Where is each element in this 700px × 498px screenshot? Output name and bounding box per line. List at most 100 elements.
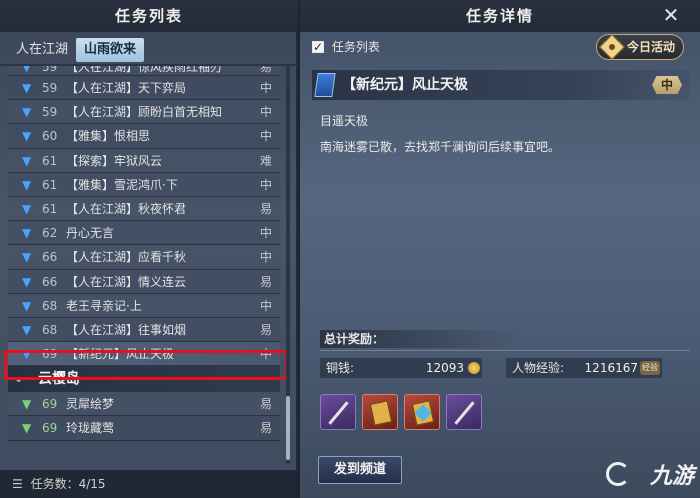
quest-difficulty: 中 (259, 347, 272, 362)
quest-row[interactable]: ▼ 66 【人在江湖】情义连云 易 (8, 269, 280, 294)
quest-level: 62 (42, 226, 58, 241)
chevron-down-icon: ▼ (22, 274, 32, 289)
chevron-down-icon: ▼ (22, 421, 32, 436)
today-activity-button[interactable]: 今日活动 (596, 34, 684, 60)
quest-row[interactable]: ▼ 61 【雅集】雪泥鸿爪·下 中 (8, 172, 280, 197)
checkbox-label: 任务列表 (331, 40, 380, 54)
quest-difficulty: 易 (259, 274, 272, 289)
quest-name: 【人在江湖】应看千秋 (66, 250, 187, 265)
quest-difficulty: 易 (259, 201, 272, 216)
quest-difficulty: 中 (259, 250, 272, 265)
close-icon[interactable]: ✕ (660, 4, 682, 26)
quest-row[interactable]: ▼ 61 【探索】牢狱风云 难 (8, 148, 280, 173)
quest-name: 【人在江湖】顾盼白首无相知 (66, 105, 223, 120)
quest-row[interactable]: ▼ 66 【人在江湖】应看千秋 中 (8, 245, 280, 270)
quest-name: 灵犀绘梦 (66, 397, 115, 412)
quest-name: 【探索】牢狱风云 (66, 153, 163, 168)
quest-name: 【人在江湖】秋夜怀君 (66, 201, 187, 216)
reward-heading: 总计奖励： (320, 330, 520, 348)
tab-shanyuyulai[interactable]: 山雨欲来 (76, 38, 145, 62)
chevron-down-icon: ▼ (22, 250, 32, 265)
quest-count-label: 任务数：4/15 (30, 477, 106, 491)
quest-name: 【雅集】雪泥鸿爪·下 (66, 177, 178, 192)
quest-row[interactable]: ▼ 61 【人在江湖】秋夜怀君 易 (8, 196, 280, 222)
quest-row-selected[interactable]: ▼ 69 【新纪元】风止天极 中 (8, 342, 280, 367)
quest-name: 【人在江湖】惊风疾雨红袖刃 (66, 66, 223, 74)
scrollbar-thumb[interactable] (286, 396, 290, 460)
checkbox-icon[interactable] (312, 38, 324, 56)
quest-row[interactable]: ▼ 59 【人在江湖】顾盼白首无相知 中 (8, 100, 280, 125)
quest-difficulty: 易 (259, 66, 272, 74)
quest-difficulty: 中 (259, 105, 272, 120)
copper-value: 12093 (425, 361, 464, 375)
quest-group-label: 云樱岛 (38, 371, 80, 388)
chevron-down-icon: ▼ (22, 153, 32, 168)
send-to-channel-button[interactable]: 发到频道 (318, 456, 402, 484)
quest-count-footer: ☰ 任务数：4/15 (0, 470, 298, 498)
watermark-text: 九游 (649, 464, 694, 489)
quest-level: 60 (42, 129, 58, 144)
quest-list-title: 任务列表 (0, 0, 298, 32)
quest-list-panel: 任务列表 人在江湖 山雨欲来 ▼ 59 【人在江湖】惊风疾雨红袖刃 易 ▼ 59… (0, 0, 298, 498)
quest-row[interactable]: ▼ 69 灵犀绘梦 易 (8, 392, 280, 417)
quest-difficulty: 易 (259, 397, 272, 412)
blade-item-icon[interactable] (446, 394, 482, 430)
quest-scroll-icon (314, 73, 336, 97)
chevron-down-icon: ▼ (22, 322, 32, 337)
quest-difficulty: 中 (259, 177, 272, 192)
exp-icon: 经验 (640, 361, 660, 375)
quest-level: 66 (42, 274, 58, 289)
list-scrollbar[interactable] (286, 66, 290, 464)
exp-label: 人物经验: (512, 361, 565, 375)
reward-items (320, 394, 482, 430)
book-item-icon[interactable] (362, 394, 398, 430)
scroll-gem-item-icon[interactable] (404, 394, 440, 430)
quest-level: 61 (42, 201, 58, 216)
tab-renzaijianghu[interactable]: 人在江湖 (8, 38, 76, 62)
chevron-down-icon: ⌄ (14, 372, 24, 386)
quest-difficulty-badge: 中 (652, 76, 682, 94)
chevron-down-icon: ▼ (22, 177, 32, 192)
sword-item-icon[interactable] (320, 394, 356, 430)
watermark-logo-icon (606, 462, 630, 486)
quest-level: 69 (42, 397, 58, 412)
quest-level: 61 (42, 153, 58, 168)
chevron-down-icon: ▼ (22, 105, 32, 120)
quest-name: 【人在江湖】往事如烟 (66, 322, 187, 337)
quest-tabs: 人在江湖 山雨欲来 (8, 38, 145, 62)
quest-level: 59 (42, 81, 58, 95)
quest-name: 【人在江湖】情义连云 (66, 274, 187, 289)
quest-row[interactable]: ▼ 59 【人在江湖】天下弈局 中 (8, 76, 280, 101)
quest-row[interactable]: ▼ 68 【人在江湖】往事如烟 易 (8, 317, 280, 343)
quest-level: 69 (42, 421, 58, 436)
quest-level: 68 (42, 298, 58, 313)
quest-row[interactable]: ▼ 69 玲珑藏莺 易 (8, 416, 280, 441)
activity-icon (599, 34, 625, 60)
quest-detail-title: 任务详情 (300, 0, 700, 32)
quest-row[interactable]: ▼ 59 【人在江湖】惊风疾雨红袖刃 易 (8, 66, 280, 76)
chevron-down-icon: ▼ (22, 201, 32, 216)
chevron-down-icon: ▼ (22, 66, 32, 74)
chevron-down-icon: ▼ (22, 298, 32, 313)
quest-difficulty: 中 (259, 81, 272, 95)
quest-list: ▼ 59 【人在江湖】惊风疾雨红袖刃 易 ▼ 59 【人在江湖】天下弈局 中 ▼… (8, 66, 280, 466)
quest-row[interactable]: ▼ 62 丹心无言 中 (8, 221, 280, 246)
chevron-down-icon: ▼ (22, 129, 32, 144)
quest-level: 68 (42, 322, 58, 337)
quest-difficulty: 中 (259, 129, 272, 144)
quest-difficulty: 中 (259, 226, 272, 241)
quest-detail-panel: 任务详情 ✕ 任务列表 今日活动 【新纪元】风止天极 中 目遥天极 南海迷雾已散… (300, 0, 700, 498)
quest-difficulty: 易 (259, 322, 272, 337)
quest-level: 59 (42, 105, 58, 120)
quest-group-header[interactable]: ⌄ 云樱岛 (8, 366, 280, 393)
quest-level: 66 (42, 250, 58, 265)
quest-objective: 目遥天极 (320, 114, 369, 128)
quest-row[interactable]: ▼ 60 【雅集】恨相思 中 (8, 124, 280, 149)
list-icon: ☰ (12, 477, 23, 491)
quest-name: 【雅集】恨相思 (66, 129, 151, 144)
quest-list-toggle[interactable]: 任务列表 (312, 38, 380, 56)
quest-row[interactable]: ▼ 68 老王寻亲记·上 中 (8, 293, 280, 318)
quest-level: 61 (42, 177, 58, 192)
quest-name: 【新纪元】风止天极 (66, 347, 175, 362)
copper-label: 铜钱: (326, 361, 355, 375)
